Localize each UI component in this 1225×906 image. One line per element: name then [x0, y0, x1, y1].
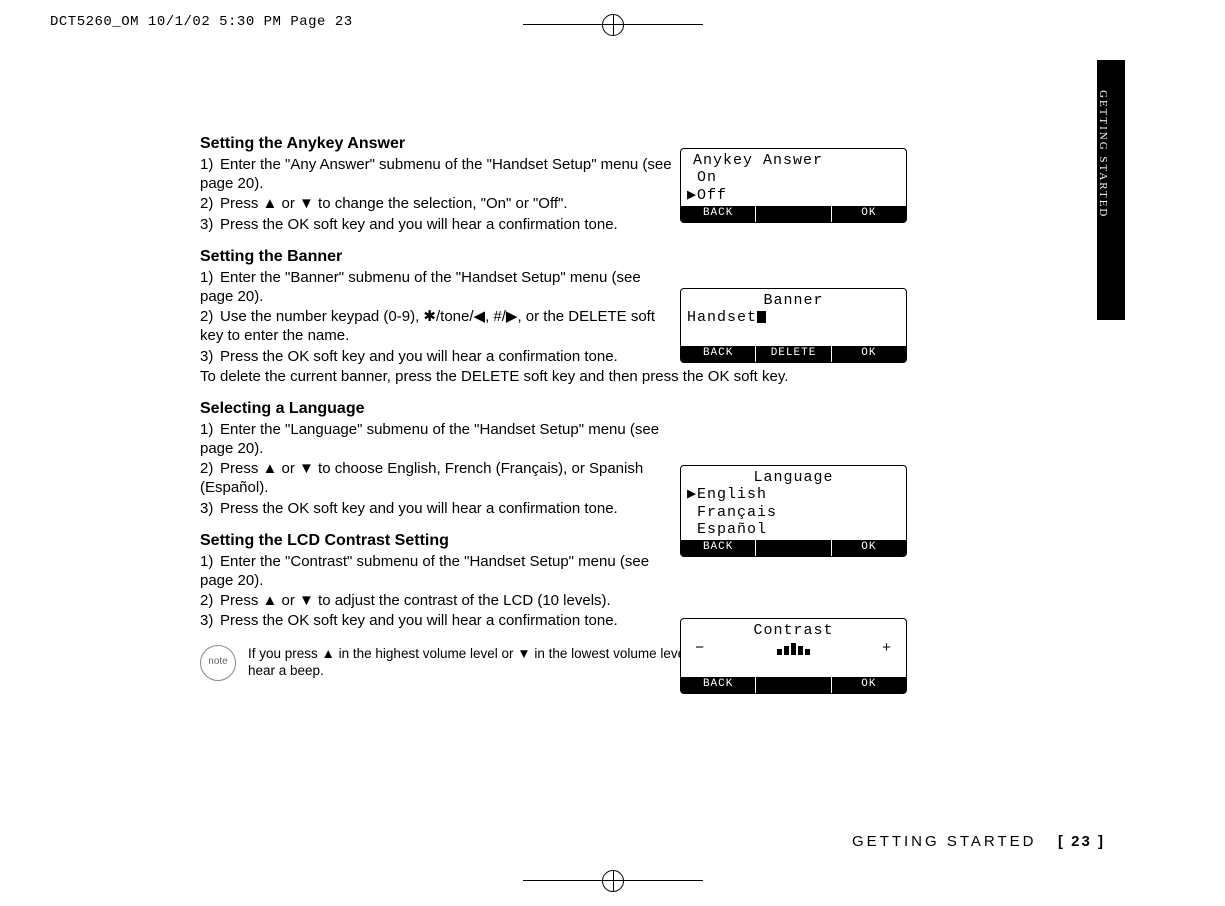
lcd-anykey-answer: Anykey Answer On ▶Off BACK OK	[680, 148, 907, 223]
list-item: 1)Enter the "Language" submenu of the "H…	[200, 420, 675, 458]
lcd-line-english: ▶English	[687, 486, 900, 503]
softkey-back: BACK	[681, 346, 756, 362]
step-text: Press ▲ or ▼ to change the selection, "O…	[220, 195, 568, 212]
lcd-title: Anykey Answer	[687, 152, 900, 169]
section-side-tab: GETTING STARTED	[1097, 60, 1125, 320]
crop-mark-top	[523, 14, 703, 36]
list-item: 1)Enter the "Any Answer" submenu of the …	[200, 155, 675, 193]
list-item: 1)Enter the "Contrast" submenu of the "H…	[200, 552, 675, 590]
step-text: Press ▲ or ▼ to adjust the contrast of t…	[220, 592, 611, 609]
footer: GETTING STARTED [ 23 ]	[852, 833, 1105, 850]
softkey-middle	[756, 677, 831, 693]
list-item: 2)Use the number keypad (0-9), ✱/tone/◀,…	[200, 307, 675, 345]
lcd-language: Language ▶English Français Español BACK …	[680, 465, 907, 557]
softkey-ok: OK	[832, 206, 906, 222]
softkey-middle	[756, 206, 831, 222]
text-cursor-icon	[757, 311, 766, 323]
footer-page-number: [ 23 ]	[1058, 833, 1105, 850]
lcd-title: Banner	[687, 292, 900, 309]
lcd-banner: Banner Handset BACK DELETE OK	[680, 288, 907, 363]
print-job-line: DCT5260_OM 10/1/02 5:30 PM Page 23	[50, 14, 353, 30]
footer-section-title: GETTING STARTED	[852, 833, 1036, 850]
softkey-back: BACK	[681, 540, 756, 556]
softkey-ok: OK	[832, 677, 906, 693]
crop-mark-bottom	[523, 870, 703, 892]
heading-language: Selecting a Language	[200, 400, 950, 418]
list-item: 3)Press the OK soft key and you will hea…	[200, 611, 675, 630]
list-item: 3)Press the OK soft key and you will hea…	[200, 215, 675, 234]
softkey-ok: OK	[832, 540, 906, 556]
lcd-contrast: Contrast − + BACK OK	[680, 618, 907, 694]
heading-banner: Setting the Banner	[200, 248, 950, 266]
step-text: Press the OK soft key and you will hear …	[220, 612, 618, 629]
lcd-title: Language	[687, 469, 900, 486]
step-text: Enter the "Language" submenu of the "Han…	[200, 421, 659, 457]
softkey-back: BACK	[681, 206, 756, 222]
list-item: 3)Press the OK soft key and you will hea…	[200, 499, 675, 518]
list-item: 2)Press ▲ or ▼ to choose English, French…	[200, 459, 675, 497]
list-item: 1)Enter the "Banner" submenu of the "Han…	[200, 268, 675, 306]
softkey-ok: OK	[832, 346, 906, 362]
step-text: Press the OK soft key and you will hear …	[220, 216, 618, 233]
step-text: Enter the "Banner" submenu of the "Hands…	[200, 269, 641, 305]
step-text: Press the OK soft key and you will hear …	[220, 348, 618, 365]
contrast-bars-icon	[777, 641, 810, 655]
note-icon: note	[200, 645, 236, 681]
list-item: 3)Press the OK soft key and you will hea…	[200, 347, 675, 366]
lcd-line-on: On	[687, 169, 900, 186]
lcd-line-off: ▶Off	[687, 187, 900, 204]
contrast-plus: +	[882, 640, 892, 657]
step-text: Press ▲ or ▼ to choose English, French (…	[200, 460, 643, 496]
lcd-banner-text: Handset	[687, 309, 900, 326]
softkey-delete: DELETE	[756, 346, 831, 362]
softkey-middle	[756, 540, 831, 556]
step-text: Enter the "Any Answer" submenu of the "H…	[200, 156, 672, 192]
list-item: 2)Press ▲ or ▼ to change the selection, …	[200, 194, 675, 213]
softkey-back: BACK	[681, 677, 756, 693]
lcd-line-espanol: Español	[687, 521, 900, 538]
section-side-tab-label: GETTING STARTED	[1097, 60, 1109, 218]
step-text: Press the OK soft key and you will hear …	[220, 500, 618, 517]
lcd-title: Contrast	[687, 622, 900, 639]
list-item: 2)Press ▲ or ▼ to adjust the contrast of…	[200, 591, 675, 610]
contrast-minus: −	[695, 640, 705, 657]
banner-extra-note: To delete the current banner, press the …	[200, 367, 950, 386]
step-text: Enter the "Contrast" submenu of the "Han…	[200, 553, 649, 589]
step-text: Use the number keypad (0-9), ✱/tone/◀, #…	[200, 308, 655, 344]
lcd-line-francais: Français	[687, 504, 900, 521]
